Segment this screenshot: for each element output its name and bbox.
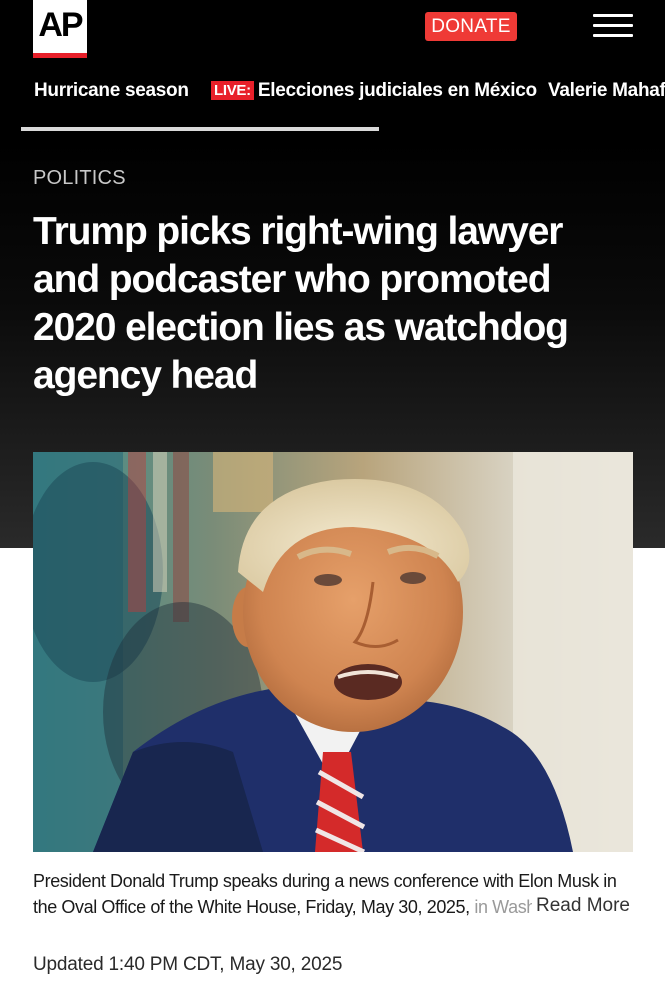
article-headline: Trump picks right-wing lawyer and podcas…	[33, 210, 569, 397]
article-page: AP DONATE Hurricane season LIVE: Eleccion…	[0, 0, 665, 1000]
trending-item-label: Hurricane season	[34, 80, 189, 101]
trending-item[interactable]: Valerie Mahaffey	[548, 80, 665, 102]
donate-button[interactable]: DONATE	[425, 12, 517, 41]
article-photo[interactable]	[33, 452, 633, 852]
ap-logo-text: AP	[38, 5, 83, 44]
photo-illustration	[33, 452, 633, 852]
updated-timestamp: Updated 1:40 PM CDT, May 30, 2025	[33, 954, 343, 975]
section-label[interactable]: POLITICS	[33, 167, 126, 190]
site-header: AP DONATE	[0, 0, 665, 64]
read-more-link[interactable]: Read More	[532, 895, 630, 917]
trending-scroll-indicator[interactable]	[21, 127, 379, 131]
trending-item-label: Elecciones judiciales en México	[257, 80, 537, 101]
live-badge: LIVE:	[211, 81, 254, 100]
hamburger-menu-icon[interactable]	[593, 12, 633, 40]
trending-strip[interactable]: Hurricane season LIVE: Elecciones judicia…	[0, 72, 665, 134]
trending-item-label: Valerie Mahaffey	[548, 80, 665, 101]
trending-item-live[interactable]: LIVE: Elecciones judiciales en México	[211, 80, 537, 102]
trending-item[interactable]: Hurricane season	[34, 80, 189, 102]
ap-logo[interactable]: AP	[33, 0, 87, 58]
